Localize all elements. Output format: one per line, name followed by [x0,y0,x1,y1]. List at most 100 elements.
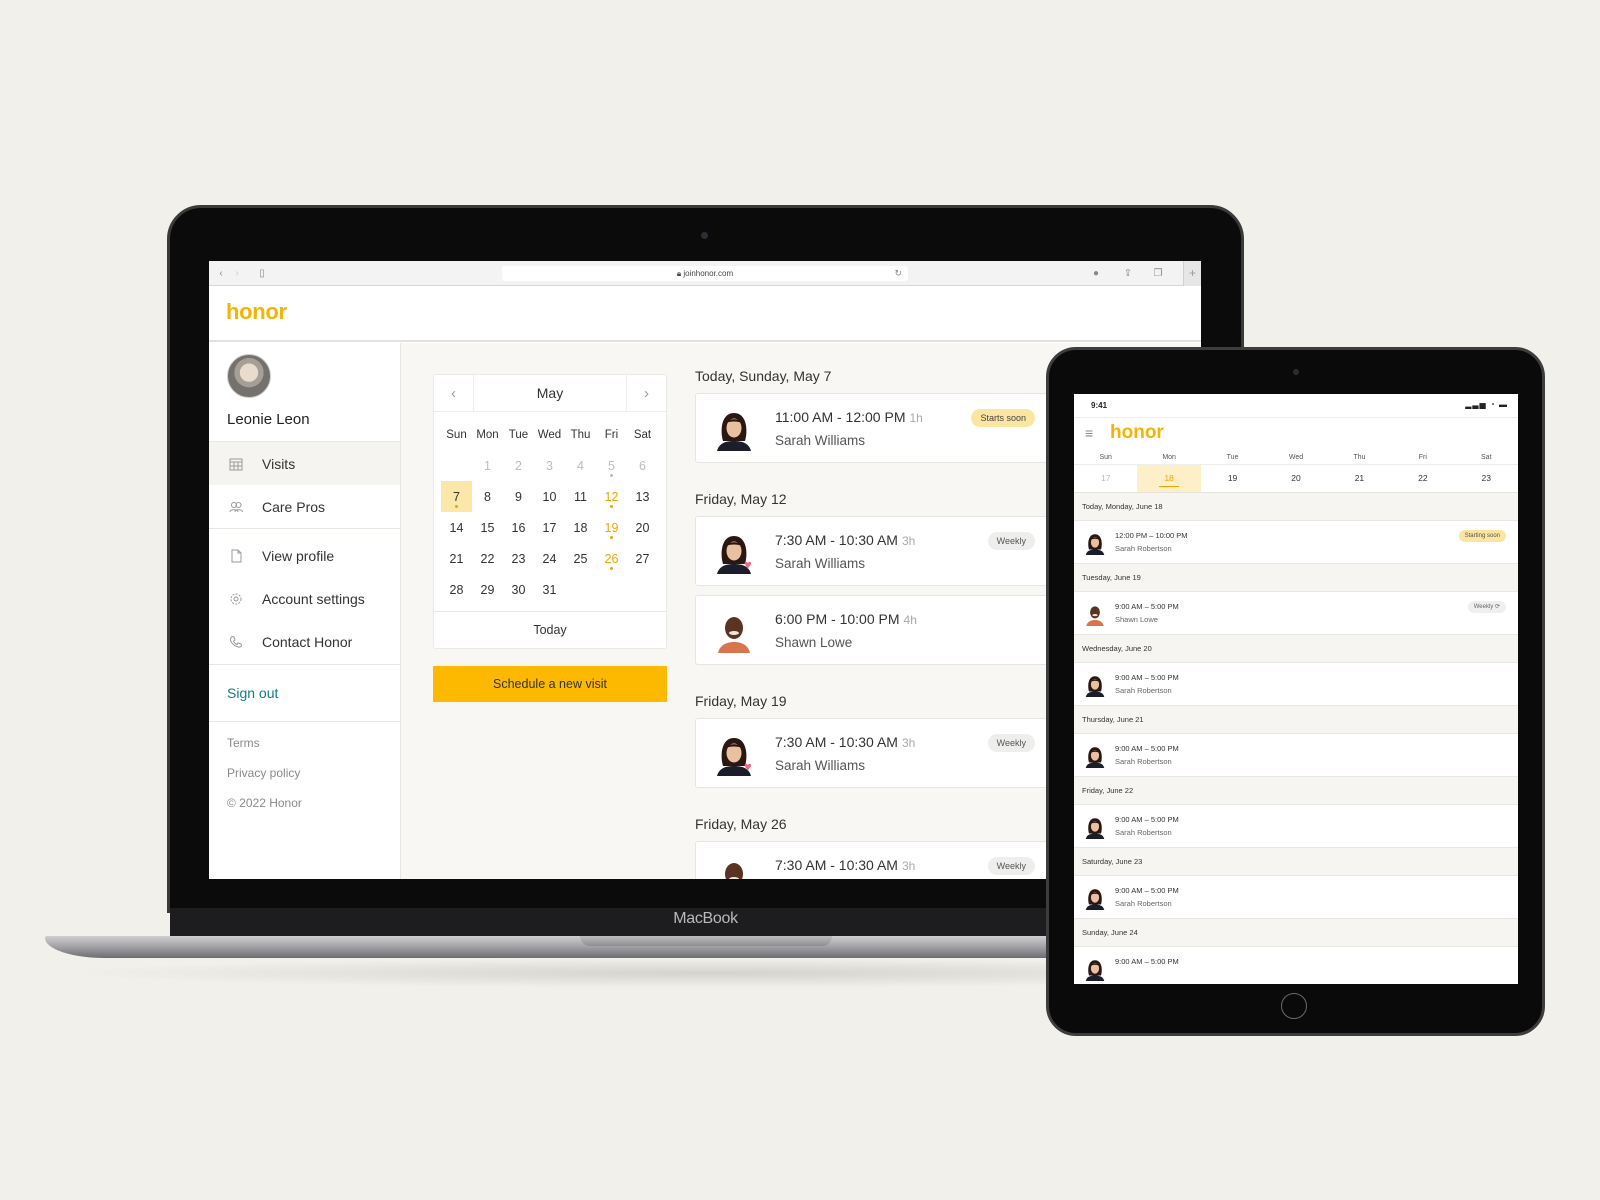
empty-cell [441,450,472,481]
sidebar-item-contact-honor[interactable]: Contact Honor [209,620,400,663]
visit-row[interactable]: 9:00 AM – 5:00 PM Shawn Lowe Weekly ⟳ [1074,592,1518,635]
terms-link[interactable]: Terms [227,733,400,763]
visit-row[interactable]: 9:00 AM – 5:00 PM Sarah Robertson [1074,805,1518,848]
status-badge: Weekly ⟳ [1467,601,1506,613]
weekday-label: Thu [570,429,591,441]
calendar-day[interactable]: 15 [472,512,503,543]
week-day[interactable]: 22 [1391,465,1454,492]
calendar-day[interactable]: 20 [627,512,658,543]
visit-row[interactable]: 9:00 AM – 5:00 PM [1074,947,1518,984]
calendar-day[interactable]: 23 [503,543,534,574]
day-number: 22 [480,551,495,566]
weekday-label: Tue [508,429,529,441]
calendar-day[interactable]: 1 [472,450,503,481]
weekday-label: Sun [1074,450,1138,465]
calendar-day[interactable]: 6 [627,450,658,481]
calendar-day[interactable]: 7 [441,481,472,512]
day-number: 9 [515,489,522,504]
sign-out-link[interactable]: Sign out [209,665,400,722]
reload-icon[interactable]: ↻ [894,266,902,281]
calendar-grid: Sun Mon Tue Wed Thu Fri Sat 1 2 3 4 5 6 7 8 9 10 11 12 13 14… [434,412,666,611]
next-month-button[interactable]: › [626,375,666,411]
visit-card[interactable]: ♥ 7:30 AM - 10:30 AM 3h Sarah Williams Weekl… [695,516,1050,586]
week-day[interactable]: 18 [1137,465,1201,492]
calendar-day[interactable]: 3 [534,450,565,481]
status-badge: Starting soon [1458,530,1506,542]
visit-card[interactable]: ♥ 7:30 AM - 10:30 AM 3h Sarah Williams Weekl… [695,718,1050,788]
tablet-visits-list: Today, Monday, June 18 12:00 PM – 10:00 P… [1074,492,1518,984]
calendar-day[interactable]: 24 [534,543,565,574]
calendar-day[interactable]: 29 [472,574,503,605]
url-field[interactable]: 🔒︎ joinhonor.com ↻ [502,266,908,281]
chevron-left-icon[interactable]: ‹ [215,267,227,280]
calendar-day[interactable]: 28 [441,574,472,605]
sidebar-item-care-pros[interactable]: Care Pros [209,485,400,528]
honor-logo[interactable]: honor [1110,422,1164,444]
visit-row[interactable]: 9:00 AM – 5:00 PM Sarah Robertson [1074,734,1518,777]
calendar-day[interactable]: 31 [534,574,565,605]
week-day[interactable]: 21 [1328,465,1391,492]
calendar-day[interactable]: 9 [503,481,534,512]
prev-month-button[interactable]: ‹ [434,375,474,411]
sidebar-item-account-settings[interactable]: Account settings [209,577,400,620]
day-number: 18 [573,520,588,535]
week-day[interactable]: 17 [1074,465,1137,492]
sidebar-item-view-profile[interactable]: View profile [209,534,400,577]
visit-card[interactable]: 11:00 AM - 12:00 PM 1h Sarah Williams Start… [695,393,1050,463]
duration: 4h [903,613,917,627]
home-button[interactable] [1281,993,1307,1019]
sidebar-item-visits[interactable]: Visits [209,442,400,485]
status-badge: Weekly [987,734,1035,752]
calendar-day[interactable]: 2 [503,450,534,481]
calendar-day[interactable]: 18 [565,512,596,543]
day-number: 17 [542,520,557,535]
calendar-day[interactable]: 8 [472,481,503,512]
calendar-day[interactable]: 11 [565,481,596,512]
visit-dot [610,536,613,539]
sidebar-icon[interactable]: ▯ [253,267,271,280]
calendar-day[interactable]: 5 [596,450,627,481]
wifi-icon: ◔ [1489,400,1496,409]
calendar-day[interactable]: 10 [534,481,565,512]
calendar-day[interactable]: 12 [596,481,627,512]
share-icon[interactable]: ⇪ [1121,267,1135,280]
honor-logo[interactable]: honor [226,299,287,325]
visit-card[interactable]: 6:00 PM - 10:00 PM 4h Shawn Lowe [695,595,1050,665]
calendar-day[interactable]: 14 [441,512,472,543]
avatar[interactable] [227,354,271,398]
visit-row[interactable]: 12:00 PM – 10:00 PM Sarah Robertson Starti… [1074,521,1518,564]
status-badge: Weekly [987,857,1035,875]
tabs-icon[interactable]: ❐ [1151,267,1165,280]
hamburger-icon[interactable]: ≡ [1085,426,1093,440]
calendar-day[interactable]: 27 [627,543,658,574]
download-icon[interactable]: ● [1089,267,1103,280]
today-button[interactable]: Today [434,611,666,648]
day-label: Today, Monday, June 18 [1074,493,1518,521]
calendar-day[interactable]: 13 [627,481,658,512]
privacy-link[interactable]: Privacy policy [227,763,400,793]
sidebar-item-label: Care Pros [262,498,326,515]
carepro-name: Sarah Robertson [1115,899,1172,908]
visit-card[interactable]: 7:30 AM - 10:30 AM 3h Weekly [695,841,1050,879]
visit-row[interactable]: 9:00 AM – 5:00 PM Sarah Robertson [1074,663,1518,706]
week-day[interactable]: 19 [1201,465,1264,492]
new-tab-button[interactable]: + [1183,261,1201,286]
week-day[interactable]: 23 [1455,465,1518,492]
calendar-day[interactable]: 22 [472,543,503,574]
schedule-visit-button[interactable]: Schedule a new visit [433,666,667,702]
day-label: Today, Sunday, May 7 [695,368,832,384]
calendar-day[interactable]: 19 [596,512,627,543]
calendar-day[interactable]: 4 [565,450,596,481]
calendar-day[interactable]: 17 [534,512,565,543]
time-range: 6:00 PM - 10:00 PM [775,611,900,627]
day-number: 28 [449,582,464,597]
chevron-right-icon[interactable]: › [231,267,243,280]
calendar-day[interactable]: 26 [596,543,627,574]
calendar-day[interactable]: 21 [441,543,472,574]
week-day[interactable]: 20 [1264,465,1327,492]
visit-row[interactable]: 9:00 AM – 5:00 PM Sarah Robertson [1074,876,1518,919]
calendar-day[interactable]: 16 [503,512,534,543]
browser-toolbar: ‹ › ▯ 🔒︎ joinhonor.com ↻ ● ⇪ ❐ + [209,261,1201,286]
calendar-day[interactable]: 25 [565,543,596,574]
calendar-day[interactable]: 30 [503,574,534,605]
